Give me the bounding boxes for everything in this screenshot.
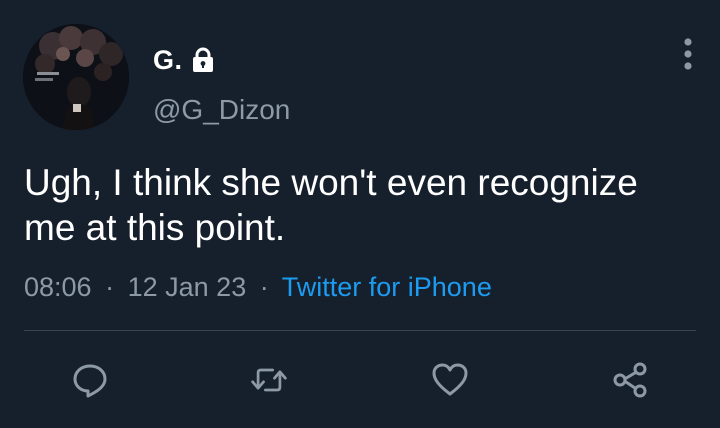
avatar[interactable]	[23, 24, 129, 130]
retweet-button[interactable]	[249, 360, 289, 400]
tweet-date: 12 Jan 23	[127, 272, 247, 302]
meta-separator: ·	[259, 272, 269, 302]
retweet-icon	[251, 368, 287, 392]
divider	[24, 330, 696, 331]
user-handle[interactable]: @G_Dizon	[153, 94, 290, 126]
tweet-meta: 08:06 · 12 Jan 23 · Twitter for iPhone	[24, 272, 492, 303]
reply-button[interactable]	[70, 360, 110, 400]
tweet-text: Ugh, I think she won't even recognize me…	[24, 162, 638, 248]
like-button[interactable]	[430, 360, 470, 400]
more-options-icon[interactable]	[677, 36, 699, 76]
meta-separator: ·	[105, 272, 115, 302]
share-button[interactable]	[610, 360, 650, 400]
heart-icon	[432, 363, 468, 396]
display-name-row: G.	[153, 42, 215, 78]
share-icon	[613, 362, 647, 398]
tweet-time: 08:06	[24, 272, 92, 302]
tweet-card: G. @G_Dizon Ugh, I think she won't even …	[0, 0, 720, 428]
lock-icon	[192, 47, 213, 72]
reply-icon	[73, 364, 107, 398]
tweet-source-link[interactable]: Twitter for iPhone	[282, 272, 492, 302]
display-name[interactable]: G.	[153, 45, 183, 76]
